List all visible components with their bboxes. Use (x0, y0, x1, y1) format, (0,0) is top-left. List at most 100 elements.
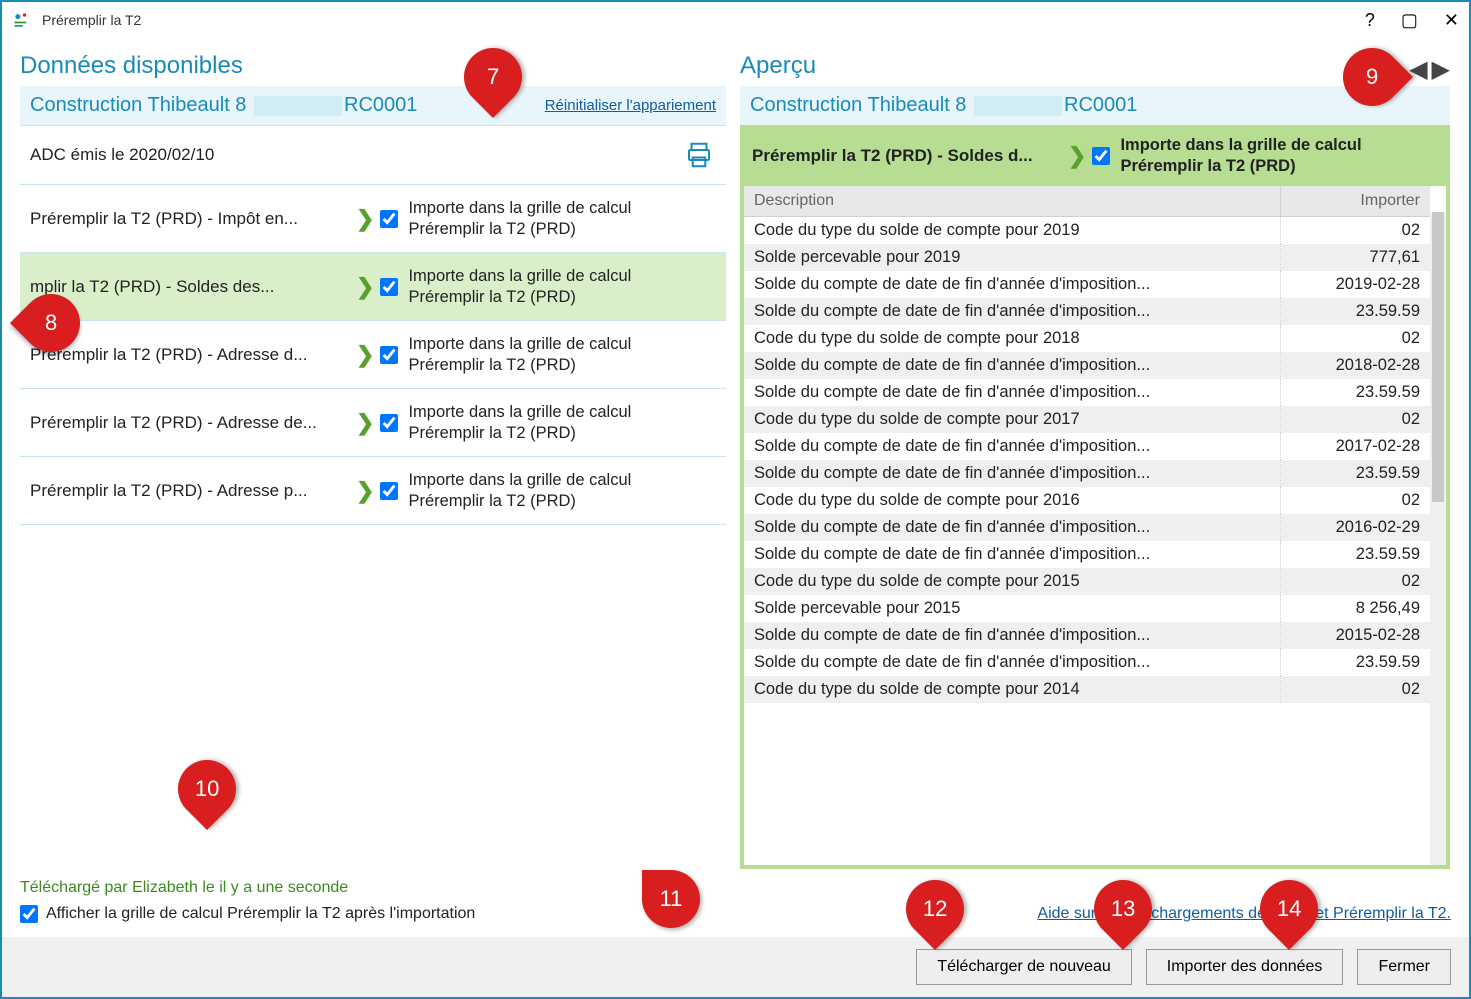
cell-value: 2016-02-29 (1280, 514, 1430, 541)
redacted-box-r (974, 96, 1062, 116)
available-data-heading: Données disponibles (20, 52, 726, 80)
data-row[interactable]: Préremplir la T2 (PRD) - Adresse d...❯Im… (20, 321, 726, 389)
cell-value: 23.59.59 (1280, 379, 1430, 406)
table-row[interactable]: Solde du compte de date de fin d'année d… (744, 541, 1430, 568)
data-row-label: Préremplir la T2 (PRD) - Adresse de... (30, 413, 350, 433)
chevron-right-icon: ❯ (356, 206, 374, 232)
table-row[interactable]: Solde du compte de date de fin d'année d… (744, 379, 1430, 406)
cell-value: 23.59.59 (1280, 460, 1430, 487)
row-import-checkbox[interactable] (380, 278, 398, 296)
company-header-right: Construction Thibeault 8 RC0001 (740, 86, 1450, 125)
cell-description: Code du type du solde de compte pour 201… (744, 487, 1280, 514)
data-row[interactable]: Préremplir la T2 (PRD) - Adresse de...❯I… (20, 389, 726, 457)
data-row-label: Préremplir la T2 (PRD) - Adresse d... (30, 345, 350, 365)
cell-value: 23.59.59 (1280, 541, 1430, 568)
button-bar: Télécharger de nouveau Importer des donn… (2, 937, 1469, 997)
cell-description: Solde du compte de date de fin d'année d… (744, 649, 1280, 676)
preview-table-wrap: Description Importer Code du type du sol… (740, 186, 1450, 869)
available-data-panel: Données disponibles Construction Thibeau… (20, 52, 726, 869)
table-row[interactable]: Code du type du solde de compte pour 201… (744, 325, 1430, 352)
table-row[interactable]: Solde du compte de date de fin d'année d… (744, 514, 1430, 541)
cell-description: Code du type du solde de compte pour 201… (744, 568, 1280, 595)
cell-description: Solde percevable pour 2019 (744, 244, 1280, 271)
preview-heading: Aperçu (740, 52, 816, 80)
row-import-text: Importe dans la grille de calculPrérempl… (408, 402, 631, 443)
cell-value: 02 (1280, 676, 1430, 703)
col-description[interactable]: Description (744, 186, 1280, 217)
cell-description: Solde du compte de date de fin d'année d… (744, 622, 1280, 649)
titlebar: Préremplir la T2 ? ▢ ✕ (2, 2, 1469, 38)
show-grid-text: Afficher la grille de calcul Préremplir … (46, 905, 475, 923)
company-suffix: RC0001 (344, 94, 417, 116)
table-row[interactable]: Solde du compte de date de fin d'année d… (744, 298, 1430, 325)
chevron-right-icon: ❯ (1068, 143, 1086, 169)
table-row[interactable]: Code du type du solde de compte pour 201… (744, 406, 1430, 433)
table-row[interactable]: Solde du compte de date de fin d'année d… (744, 622, 1430, 649)
cell-value: 02 (1280, 406, 1430, 433)
data-row-label: Préremplir la T2 (PRD) - Impôt en... (30, 209, 350, 229)
table-row[interactable]: Code du type du solde de compte pour 201… (744, 487, 1430, 514)
scrollbar[interactable] (1430, 212, 1446, 865)
cell-value: 2019-02-28 (1280, 271, 1430, 298)
preview-import-line1: Importe dans la grille de calcul (1120, 136, 1361, 154)
close-dialog-button[interactable]: Fermer (1357, 949, 1451, 985)
show-grid-checkbox[interactable] (20, 905, 38, 923)
print-icon[interactable] (682, 140, 716, 170)
cell-description: Solde du compte de date de fin d'année d… (744, 298, 1280, 325)
data-row[interactable]: Préremplir la T2 (PRD) - Impôt en...❯Imp… (20, 185, 726, 253)
table-row[interactable]: Solde du compte de date de fin d'année d… (744, 649, 1430, 676)
cell-description: Solde percevable pour 2015 (744, 595, 1280, 622)
help-button[interactable]: ? (1365, 10, 1375, 31)
table-row[interactable]: Solde du compte de date de fin d'année d… (744, 352, 1430, 379)
chevron-right-icon: ❯ (356, 342, 374, 368)
maximize-button[interactable]: ▢ (1401, 10, 1418, 31)
preview-table: Description Importer Code du type du sol… (744, 186, 1430, 703)
cell-description: Solde du compte de date de fin d'année d… (744, 541, 1280, 568)
table-row[interactable]: Solde du compte de date de fin d'année d… (744, 460, 1430, 487)
col-import[interactable]: Importer (1280, 186, 1430, 217)
cell-value: 8 256,49 (1280, 595, 1430, 622)
preview-import-checkbox[interactable] (1092, 147, 1110, 165)
show-grid-checkbox-label[interactable]: Afficher la grille de calcul Préremplir … (20, 905, 475, 923)
data-row[interactable]: Préremplir la T2 (PRD) - Adresse p...❯Im… (20, 457, 726, 525)
app-icon (12, 10, 32, 30)
preview-target-label: Préremplir la T2 (PRD) - Soldes d... (752, 146, 1062, 166)
cell-description: Code du type du solde de compte pour 201… (744, 325, 1280, 352)
close-button[interactable]: ✕ (1444, 10, 1459, 31)
data-row-label: mplir la T2 (PRD) - Soldes des... (30, 277, 350, 297)
row-import-checkbox[interactable] (380, 414, 398, 432)
next-arrow-icon[interactable]: ▶ (1432, 55, 1450, 84)
table-row[interactable]: Code du type du solde de compte pour 201… (744, 676, 1430, 703)
cell-value: 2018-02-28 (1280, 352, 1430, 379)
download-again-button[interactable]: Télécharger de nouveau (916, 949, 1131, 985)
preview-panel: Aperçu ◀ ▶ Construction Thibeault 8 RC00… (740, 52, 1450, 869)
prev-arrow-icon[interactable]: ◀ (1409, 55, 1427, 84)
chevron-right-icon: ❯ (356, 478, 374, 504)
table-row[interactable]: Solde percevable pour 20158 256,49 (744, 595, 1430, 622)
cell-description: Solde du compte de date de fin d'année d… (744, 271, 1280, 298)
adc-row[interactable]: ADC émis le 2020/02/10 (20, 126, 726, 185)
cell-description: Solde du compte de date de fin d'année d… (744, 433, 1280, 460)
company-suffix-r: RC0001 (1064, 94, 1137, 116)
row-import-checkbox[interactable] (380, 210, 398, 228)
row-import-checkbox[interactable] (380, 482, 398, 500)
reset-matching-link[interactable]: Réinitialiser l'appariement (545, 97, 716, 114)
table-row[interactable]: Solde du compte de date de fin d'année d… (744, 433, 1430, 460)
table-row[interactable]: Code du type du solde de compte pour 201… (744, 568, 1430, 595)
cell-value: 23.59.59 (1280, 649, 1430, 676)
cell-value: 02 (1280, 568, 1430, 595)
table-row[interactable]: Solde percevable pour 2019777,61 (744, 244, 1430, 271)
preview-import-line2: Préremplir la T2 (PRD) (1120, 157, 1295, 175)
row-import-text: Importe dans la grille de calculPrérempl… (408, 470, 631, 511)
cell-value: 2015-02-28 (1280, 622, 1430, 649)
table-row[interactable]: Solde du compte de date de fin d'année d… (744, 271, 1430, 298)
window-title: Préremplir la T2 (42, 12, 1365, 28)
cell-description: Solde du compte de date de fin d'année d… (744, 379, 1280, 406)
import-data-button[interactable]: Importer des données (1146, 949, 1344, 985)
row-import-checkbox[interactable] (380, 346, 398, 364)
cell-value: 02 (1280, 325, 1430, 352)
company-prefix: Construction Thibeault 8 (30, 94, 246, 116)
scrollbar-thumb[interactable] (1432, 212, 1444, 502)
table-row[interactable]: Code du type du solde de compte pour 201… (744, 217, 1430, 245)
data-row[interactable]: mplir la T2 (PRD) - Soldes des...❯Import… (20, 253, 726, 321)
